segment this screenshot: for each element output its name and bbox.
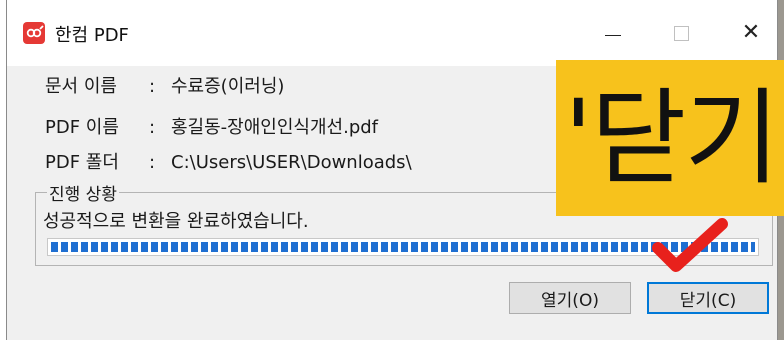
hancom-pdf-icon: [23, 22, 45, 44]
pdf-name-value: 홍길동-장애인인식개선.pdf: [171, 117, 379, 138]
close-icon: ✕: [741, 20, 761, 45]
annotation-callout-text: '닫기: [564, 77, 780, 199]
doc-name-value: 수료증(이러닝): [171, 76, 285, 97]
pdf-name-row: PDF 이름: 홍길동-장애인인식개선.pdf: [45, 113, 378, 139]
pdf-folder-value: C:\Users\USER\Downloads\: [171, 152, 412, 173]
title-bar[interactable]: 한컴 PDF ✕: [7, 0, 777, 66]
doc-name-row: 문서 이름: 수료증(이러닝): [45, 72, 284, 98]
open-button[interactable]: 열기(O): [509, 282, 631, 314]
minimize-icon: [605, 34, 621, 36]
row-separator: :: [149, 152, 156, 173]
annotation-callout: '닫기: [556, 60, 784, 216]
doc-name-label: 문서 이름: [45, 76, 117, 97]
window-title: 한컴 PDF: [55, 25, 129, 46]
minimize-button[interactable]: [585, 0, 641, 66]
maximize-icon: [673, 25, 689, 41]
checkmark-icon: [652, 218, 728, 272]
close-button[interactable]: 닫기(C): [647, 282, 769, 314]
status-message: 성공적으로 변환을 완료하였습니다.: [43, 211, 309, 232]
pdf-folder-label: PDF 폴더: [45, 152, 119, 173]
maximize-button[interactable]: [653, 0, 709, 66]
pdf-name-label: PDF 이름: [45, 117, 119, 138]
window-close-button[interactable]: ✕: [723, 0, 779, 66]
row-separator: :: [149, 76, 156, 97]
progress-group-label: 진행 상황: [47, 180, 119, 205]
row-separator: :: [149, 117, 156, 138]
pdf-folder-row: PDF 폴더: C:\Users\USER\Downloads\: [45, 148, 412, 174]
